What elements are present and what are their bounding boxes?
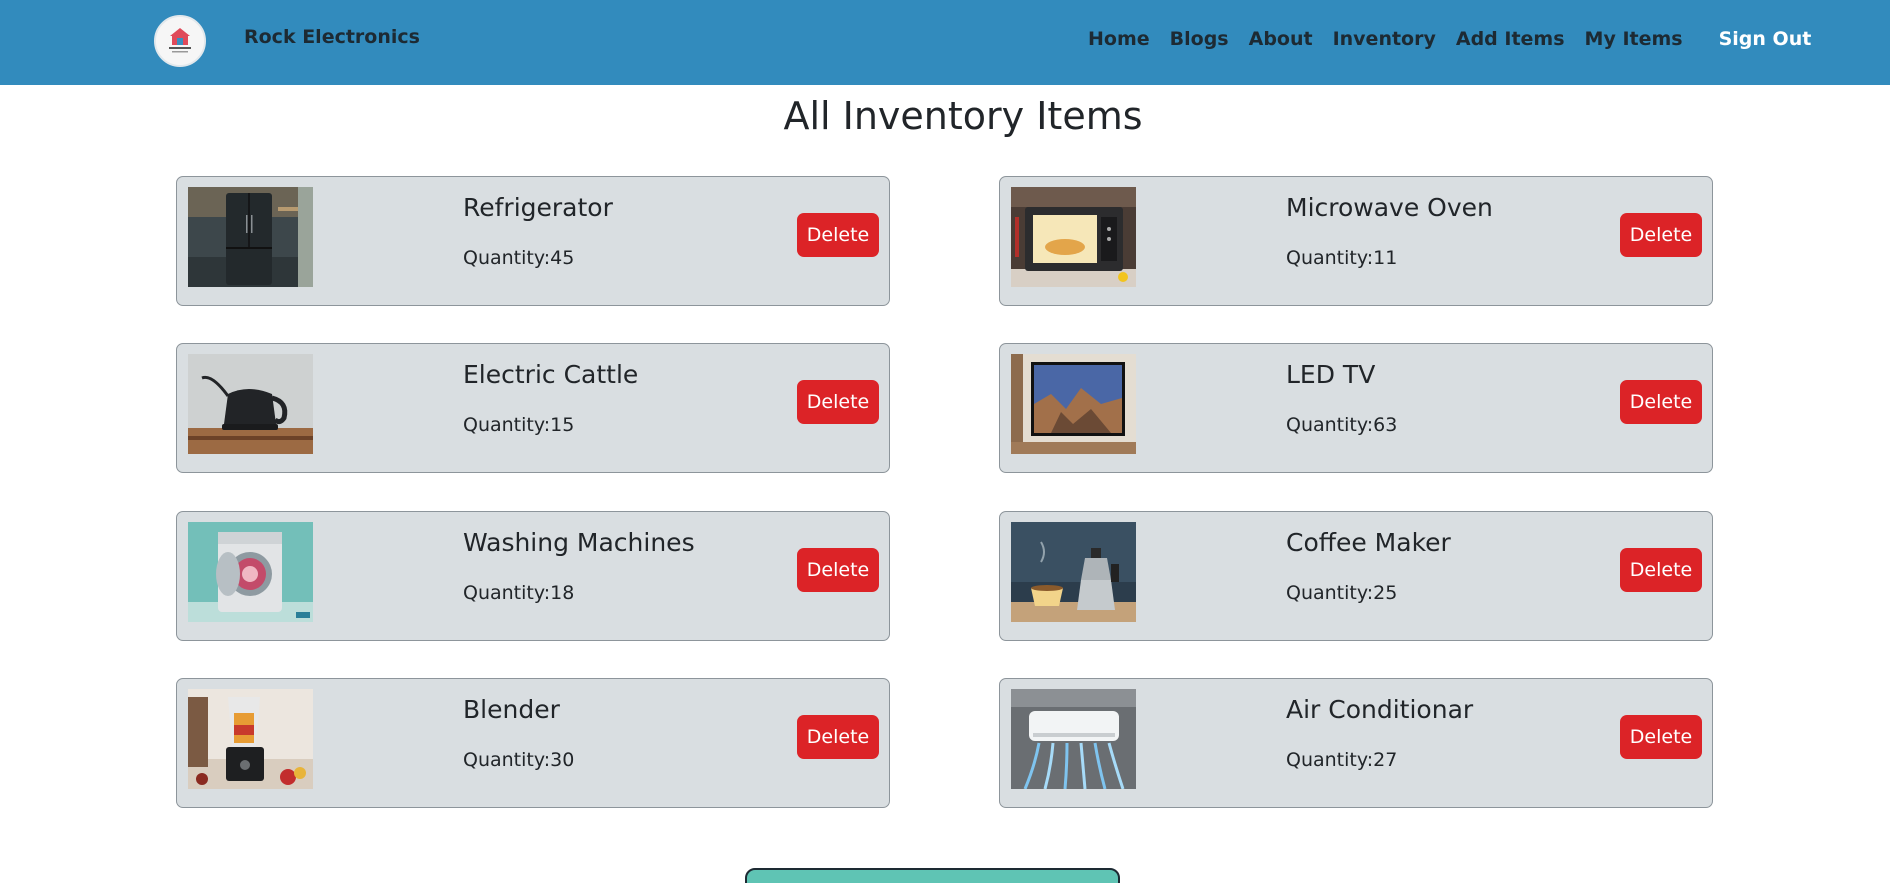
inventory-card: Blender Quantity:30 Delete bbox=[176, 678, 890, 808]
nav-about[interactable]: About bbox=[1239, 28, 1323, 50]
nav-my-items[interactable]: My Items bbox=[1575, 28, 1693, 50]
air-conditioner-image bbox=[1011, 689, 1136, 789]
blender-image bbox=[188, 689, 313, 789]
inventory-card: Microwave Oven Quantity:11 Delete bbox=[999, 176, 1713, 306]
electric-kettle-image bbox=[188, 354, 313, 454]
coffee-maker-image bbox=[1011, 522, 1136, 622]
item-name: Blender bbox=[463, 695, 560, 724]
microwave-oven-image bbox=[1011, 187, 1136, 287]
delete-button[interactable]: Delete bbox=[797, 715, 879, 759]
brand-name[interactable]: Rock Electronics bbox=[244, 26, 420, 48]
item-quantity: Quantity:15 bbox=[463, 414, 575, 436]
delete-button[interactable]: Delete bbox=[1620, 548, 1702, 592]
inventory-card: Coffee Maker Quantity:25 Delete bbox=[999, 511, 1713, 641]
navbar: Rock Electronics Home Blogs About Invent… bbox=[0, 0, 1890, 85]
inventory-card: Refrigerator Quantity:45 Delete bbox=[176, 176, 890, 306]
page-title: All Inventory Items bbox=[783, 94, 1143, 138]
inventory-card: Air Conditionar Quantity:27 Delete bbox=[999, 678, 1713, 808]
item-name: Coffee Maker bbox=[1286, 528, 1451, 557]
item-name: LED TV bbox=[1286, 360, 1376, 389]
item-quantity: Quantity:30 bbox=[463, 749, 575, 771]
brand-logo[interactable] bbox=[154, 15, 206, 67]
item-quantity: Quantity:11 bbox=[1286, 247, 1398, 269]
nav-add-items[interactable]: Add Items bbox=[1446, 28, 1575, 50]
item-quantity: Quantity:63 bbox=[1286, 414, 1398, 436]
item-name: Air Conditionar bbox=[1286, 695, 1474, 724]
bottom-action-button[interactable] bbox=[745, 868, 1120, 883]
inventory-card: Washing Machines Quantity:18 Delete bbox=[176, 511, 890, 641]
delete-button[interactable]: Delete bbox=[1620, 213, 1702, 257]
nav-inventory[interactable]: Inventory bbox=[1323, 28, 1446, 50]
delete-button[interactable]: Delete bbox=[797, 213, 879, 257]
item-quantity: Quantity:45 bbox=[463, 247, 575, 269]
house-logo-icon bbox=[156, 17, 204, 65]
item-name: Microwave Oven bbox=[1286, 193, 1493, 222]
item-name: Refrigerator bbox=[463, 193, 613, 222]
inventory-card: Electric Cattle Quantity:15 Delete bbox=[176, 343, 890, 473]
delete-button[interactable]: Delete bbox=[797, 380, 879, 424]
sign-out-link[interactable]: Sign Out bbox=[1693, 28, 1822, 50]
delete-button[interactable]: Delete bbox=[1620, 715, 1702, 759]
nav-menu: Home Blogs About Inventory Add Items My … bbox=[1078, 28, 1821, 50]
inventory-card: LED TV Quantity:63 Delete bbox=[999, 343, 1713, 473]
item-quantity: Quantity:27 bbox=[1286, 749, 1398, 771]
item-quantity: Quantity:25 bbox=[1286, 582, 1398, 604]
item-name: Washing Machines bbox=[463, 528, 695, 557]
nav-home[interactable]: Home bbox=[1078, 28, 1160, 50]
delete-button[interactable]: Delete bbox=[797, 548, 879, 592]
delete-button[interactable]: Delete bbox=[1620, 380, 1702, 424]
item-name: Electric Cattle bbox=[463, 360, 639, 389]
item-quantity: Quantity:18 bbox=[463, 582, 575, 604]
nav-blogs[interactable]: Blogs bbox=[1160, 28, 1239, 50]
refrigerator-image bbox=[188, 187, 313, 287]
washing-machine-image bbox=[188, 522, 313, 622]
led-tv-image bbox=[1011, 354, 1136, 454]
